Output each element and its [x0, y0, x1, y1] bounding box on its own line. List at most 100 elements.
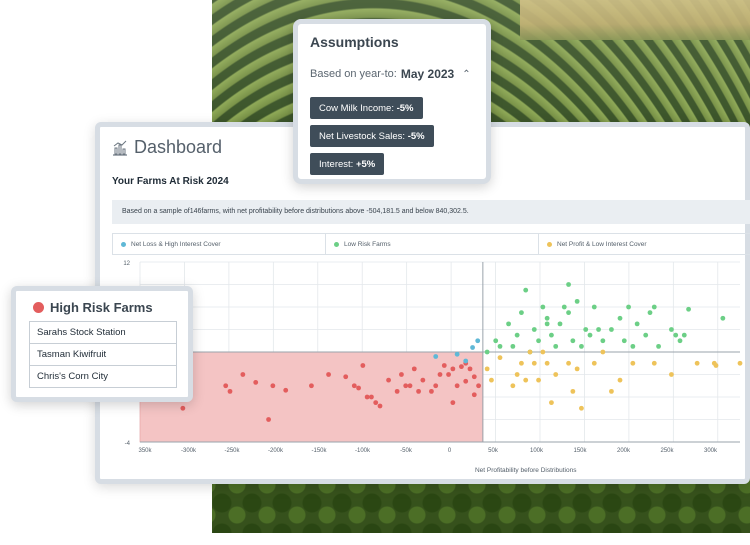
x-tick-label: 0 [448, 448, 452, 454]
x-tick-label: 50k [488, 448, 499, 454]
x-tick-label: -50k [400, 448, 413, 454]
data-point [531, 327, 537, 332]
data-point [484, 366, 490, 372]
legend-item-loss-high-interest[interactable]: Net Loss & High Interest Cover [113, 234, 326, 254]
data-point [634, 321, 640, 327]
x-tick-label: 150k [573, 448, 587, 454]
basis-value: May 2023 [400, 67, 455, 81]
high-risk-farms-table: Sarahs Stock Station Tasman Kiwifruit Ch… [29, 321, 177, 388]
sample-info-bar: Based on a sample of146farms, with net p… [112, 200, 750, 224]
legend-label: Low Risk Farms [344, 240, 391, 248]
x-tick-label: -300k [181, 448, 197, 454]
high-risk-farms-card: High Risk Farms Sarahs Stock Station Tas… [11, 286, 193, 402]
farm-name[interactable]: Chris's Corn City [29, 365, 177, 388]
data-point [656, 343, 661, 349]
data-point [621, 338, 627, 344]
pill-label: Cow Milk Income: [319, 102, 394, 114]
data-point [373, 400, 379, 406]
y-tick-label: 12 [123, 261, 130, 267]
risk-scatter-chart[interactable]: 12 -4 350k -300k -250k -200k -150k -100k -50k 0 50… [100, 257, 745, 479]
data-point [446, 372, 451, 377]
farm-name[interactable]: Tasman Kiwifruit [29, 343, 177, 366]
data-point [270, 383, 276, 389]
data-point [549, 332, 554, 338]
legend-dot [547, 241, 552, 247]
x-tick-label: 100k [530, 448, 544, 454]
x-tick-label: -200k [268, 448, 284, 454]
data-point [489, 377, 494, 383]
section-title: Your Farms At Risk 2024 [112, 176, 229, 187]
data-point [544, 360, 550, 366]
data-point [356, 385, 361, 391]
bar-chart-icon [113, 140, 127, 156]
data-point [510, 343, 516, 349]
data-point [463, 378, 469, 384]
legend-dot [334, 241, 339, 247]
data-point [617, 377, 623, 383]
data-point [561, 304, 567, 310]
data-point [266, 417, 271, 422]
basis-period-selector[interactable]: Based on year-to: May 2023 ⌃ [310, 67, 471, 81]
data-point [557, 321, 563, 327]
data-point [566, 360, 571, 366]
data-point [531, 360, 537, 366]
data-point [497, 343, 503, 349]
data-point [609, 388, 614, 394]
data-point [454, 383, 460, 389]
data-point [651, 360, 657, 366]
assumptions-card: Assumptions Based on year-to: May 2023 ⌃… [293, 19, 491, 184]
data-point [475, 338, 481, 344]
data-point [527, 349, 533, 355]
data-point [681, 332, 687, 338]
data-point [470, 345, 475, 350]
data-point [669, 372, 674, 377]
data-point [536, 338, 541, 344]
data-point [540, 349, 546, 355]
data-point [643, 332, 649, 338]
data-point [441, 363, 447, 368]
data-point [596, 327, 601, 332]
data-point [713, 363, 719, 368]
legend-label: Net Loss & High Interest Cover [131, 240, 221, 248]
data-point [343, 374, 349, 380]
basis-prefix: Based on year-to: [310, 68, 397, 80]
data-point [591, 304, 597, 310]
data-point [459, 364, 464, 370]
data-point [463, 358, 469, 364]
data-point [369, 394, 374, 400]
legend-item-low-risk[interactable]: Low Risk Farms [326, 234, 539, 254]
data-point [600, 349, 606, 355]
data-point [519, 360, 524, 366]
pill-label: Interest: [319, 158, 354, 170]
x-tick-label: 300k [704, 448, 718, 454]
data-point [497, 355, 503, 361]
assumption-pill-interest[interactable]: Interest: +5% [310, 153, 385, 175]
table-row[interactable]: Chris's Corn City [29, 365, 177, 388]
data-point [574, 298, 580, 304]
table-row[interactable]: Tasman Kiwifruit [29, 343, 177, 366]
chevron-up-icon[interactable]: ⌃ [462, 69, 470, 80]
table-row[interactable]: Sarahs Stock Station [29, 321, 177, 344]
data-point [510, 383, 516, 389]
data-point [309, 383, 314, 389]
data-point [403, 383, 409, 389]
data-point [544, 315, 550, 321]
data-point [454, 351, 460, 357]
data-point [544, 321, 550, 327]
pill-value: -5% [407, 130, 425, 142]
data-point [737, 360, 743, 366]
data-point [514, 372, 520, 377]
data-point [180, 405, 186, 411]
data-point [240, 372, 246, 377]
farm-name[interactable]: Sarahs Stock Station [29, 321, 177, 344]
legend-item-profit-low-interest[interactable]: Net Profit & Low Interest Cover [539, 234, 750, 254]
data-point [591, 360, 597, 366]
data-point [570, 338, 576, 344]
assumption-pill-cow-milk[interactable]: Cow Milk Income: -5% [310, 97, 423, 119]
data-point [673, 332, 679, 338]
assumption-pill-livestock[interactable]: Net Livestock Sales: -5% [310, 125, 434, 147]
data-point [600, 338, 606, 344]
data-point [609, 327, 614, 332]
data-point [471, 374, 477, 380]
data-point [686, 306, 691, 312]
